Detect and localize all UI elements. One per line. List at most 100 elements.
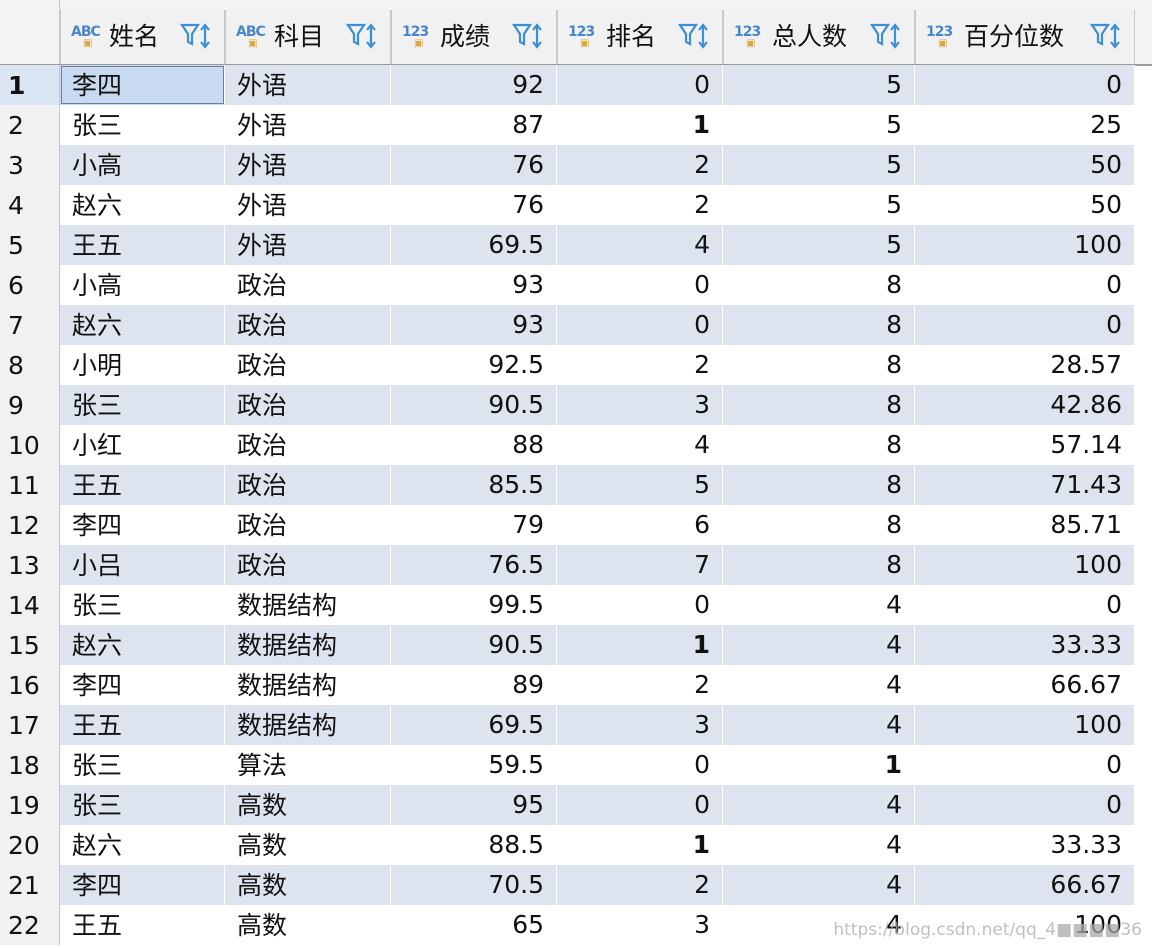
cell-total-count[interactable]: 4 — [723, 625, 915, 665]
cell-rank[interactable]: 5 — [557, 465, 723, 505]
cell-score[interactable]: 89 — [391, 665, 557, 705]
row-number[interactable]: 6 — [0, 265, 60, 305]
cell-score[interactable]: 87 — [391, 105, 557, 145]
cell-name[interactable]: 小红 — [60, 425, 225, 465]
table-row[interactable]: 10 小红 政治 88 4 8 57.14 — [0, 425, 1152, 465]
cell-total-count[interactable]: 8 — [723, 465, 915, 505]
cell-percentile[interactable]: 71.43 — [915, 465, 1135, 505]
cell-score[interactable]: 79 — [391, 505, 557, 545]
row-number[interactable]: 9 — [0, 385, 60, 425]
cell-score[interactable]: 70.5 — [391, 865, 557, 905]
cell-subject[interactable]: 外语 — [225, 105, 391, 145]
row-number[interactable]: 18 — [0, 745, 60, 785]
table-row[interactable]: 6 小高 政治 93 0 8 0 — [0, 265, 1152, 305]
cell-total-count[interactable]: 5 — [723, 145, 915, 185]
row-number[interactable]: 15 — [0, 625, 60, 665]
row-number[interactable]: 1 — [0, 65, 60, 105]
cell-subject[interactable]: 数据结构 — [225, 705, 391, 745]
row-number[interactable]: 2 — [0, 105, 60, 145]
cell-subject[interactable]: 外语 — [225, 145, 391, 185]
cell-percentile[interactable]: 0 — [915, 65, 1135, 105]
cell-score[interactable]: 92.5 — [391, 345, 557, 385]
cell-name[interactable]: 李四 — [60, 865, 225, 905]
cell-total-count[interactable]: 1 — [723, 745, 915, 785]
table-row[interactable]: 1 李四 外语 92 0 5 0 — [0, 65, 1152, 105]
cell-total-count[interactable]: 8 — [723, 305, 915, 345]
cell-subject[interactable]: 外语 — [225, 225, 391, 265]
cell-subject[interactable]: 高数 — [225, 865, 391, 905]
cell-subject[interactable]: 算法 — [225, 745, 391, 785]
cell-name[interactable]: 李四 — [60, 65, 225, 105]
row-number[interactable]: 21 — [0, 865, 60, 905]
cell-total-count[interactable]: 5 — [723, 65, 915, 105]
cell-rank[interactable]: 2 — [557, 665, 723, 705]
cell-total-count[interactable]: 4 — [723, 905, 915, 945]
cell-rank[interactable]: 3 — [557, 905, 723, 945]
row-number[interactable]: 14 — [0, 585, 60, 625]
cell-name[interactable]: 小明 — [60, 345, 225, 385]
cell-total-count[interactable]: 8 — [723, 545, 915, 585]
cell-subject[interactable]: 政治 — [225, 505, 391, 545]
cell-percentile[interactable]: 57.14 — [915, 425, 1135, 465]
row-number[interactable]: 22 — [0, 905, 60, 945]
cell-name[interactable]: 赵六 — [60, 825, 225, 865]
cell-percentile[interactable]: 42.86 — [915, 385, 1135, 425]
cell-score[interactable]: 99.5 — [391, 585, 557, 625]
cell-name[interactable]: 李四 — [60, 505, 225, 545]
cell-rank[interactable]: 0 — [557, 65, 723, 105]
column-header-subject[interactable]: ABC ▣ 科目 — [225, 10, 391, 64]
row-number[interactable]: 7 — [0, 305, 60, 345]
cell-percentile[interactable]: 100 — [915, 705, 1135, 745]
filter-sort-icon[interactable] — [1090, 22, 1124, 50]
cell-percentile[interactable]: 25 — [915, 105, 1135, 145]
cell-score[interactable]: 90.5 — [391, 385, 557, 425]
cell-score[interactable]: 85.5 — [391, 465, 557, 505]
cell-name[interactable]: 李四 — [60, 665, 225, 705]
filter-sort-icon[interactable] — [180, 22, 214, 50]
cell-score[interactable]: 69.5 — [391, 705, 557, 745]
cell-rank[interactable]: 1 — [557, 825, 723, 865]
table-row[interactable]: 9 张三 政治 90.5 3 8 42.86 — [0, 385, 1152, 425]
cell-subject[interactable]: 数据结构 — [225, 665, 391, 705]
table-row[interactable]: 15 赵六 数据结构 90.5 1 4 33.33 — [0, 625, 1152, 665]
cell-score[interactable]: 93 — [391, 305, 557, 345]
cell-total-count[interactable]: 4 — [723, 825, 915, 865]
cell-percentile[interactable]: 0 — [915, 265, 1135, 305]
table-row[interactable]: 21 李四 高数 70.5 2 4 66.67 — [0, 865, 1152, 905]
cell-score[interactable]: 92 — [391, 65, 557, 105]
cell-subject[interactable]: 政治 — [225, 265, 391, 305]
row-number[interactable]: 19 — [0, 785, 60, 825]
cell-rank[interactable]: 4 — [557, 225, 723, 265]
column-header-score[interactable]: 123 ▣ 成绩 — [391, 10, 557, 64]
row-number[interactable]: 10 — [0, 425, 60, 465]
row-number[interactable]: 20 — [0, 825, 60, 865]
row-number[interactable]: 12 — [0, 505, 60, 545]
column-header-total-count[interactable]: 123 ▣ 总人数 — [723, 10, 915, 64]
row-number[interactable]: 3 — [0, 145, 60, 185]
cell-percentile[interactable]: 66.67 — [915, 665, 1135, 705]
table-row[interactable]: 12 李四 政治 79 6 8 85.71 — [0, 505, 1152, 545]
cell-percentile[interactable]: 50 — [915, 185, 1135, 225]
cell-total-count[interactable]: 4 — [723, 585, 915, 625]
table-row[interactable]: 16 李四 数据结构 89 2 4 66.67 — [0, 665, 1152, 705]
cell-name[interactable]: 赵六 — [60, 305, 225, 345]
table-row[interactable]: 17 王五 数据结构 69.5 3 4 100 — [0, 705, 1152, 745]
row-number[interactable]: 8 — [0, 345, 60, 385]
cell-name[interactable]: 赵六 — [60, 185, 225, 225]
cell-total-count[interactable]: 8 — [723, 345, 915, 385]
cell-rank[interactable]: 7 — [557, 545, 723, 585]
cell-subject[interactable]: 政治 — [225, 345, 391, 385]
cell-percentile[interactable]: 100 — [915, 225, 1135, 265]
cell-rank[interactable]: 0 — [557, 305, 723, 345]
row-number[interactable]: 17 — [0, 705, 60, 745]
cell-name[interactable]: 小吕 — [60, 545, 225, 585]
cell-rank[interactable]: 0 — [557, 785, 723, 825]
cell-percentile[interactable]: 0 — [915, 305, 1135, 345]
cell-rank[interactable]: 2 — [557, 145, 723, 185]
cell-percentile[interactable]: 0 — [915, 745, 1135, 785]
cell-total-count[interactable]: 4 — [723, 785, 915, 825]
cell-total-count[interactable]: 5 — [723, 225, 915, 265]
table-row[interactable]: 19 张三 高数 95 0 4 0 — [0, 785, 1152, 825]
header-corner[interactable] — [0, 0, 60, 64]
cell-total-count[interactable]: 8 — [723, 265, 915, 305]
